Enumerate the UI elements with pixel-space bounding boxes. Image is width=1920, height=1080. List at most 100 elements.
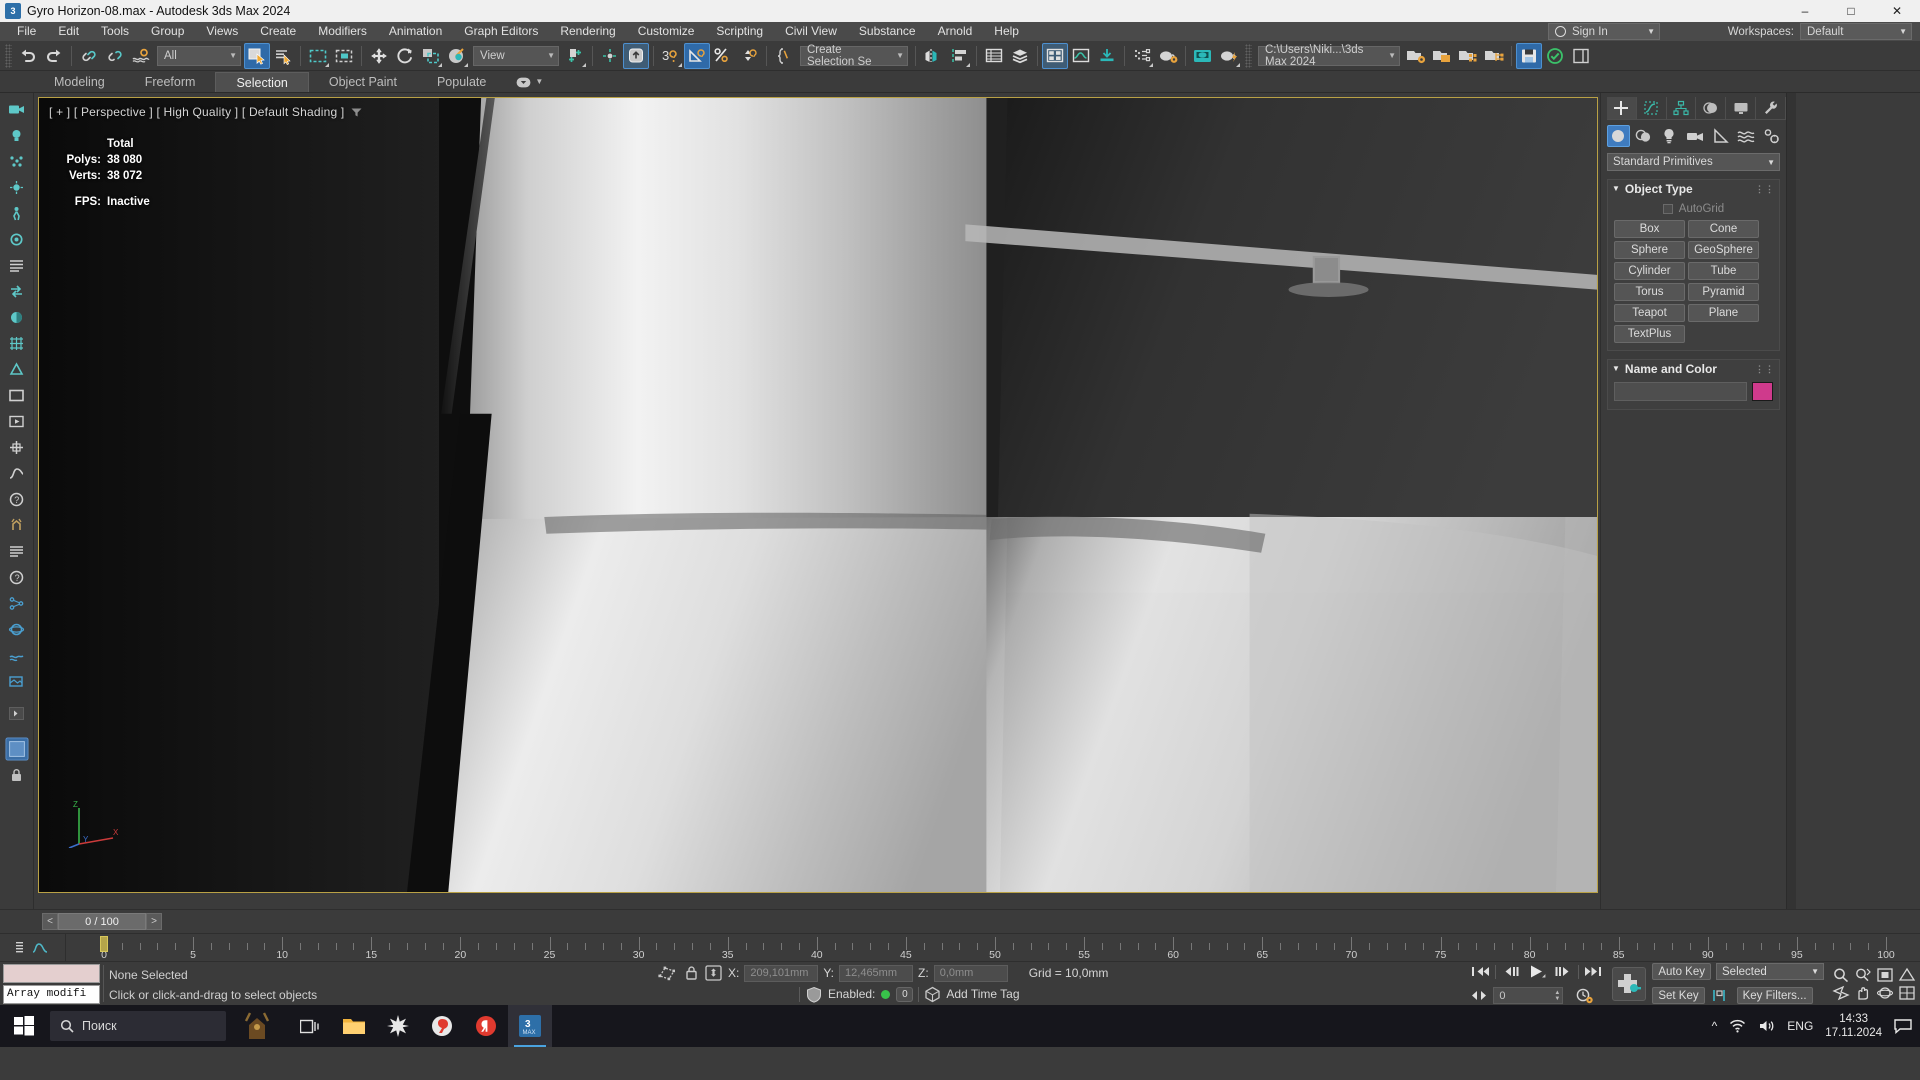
lights-category[interactable] [1658,125,1681,147]
ribbon-tab-modeling[interactable]: Modeling [34,72,125,92]
play-animation-button[interactable] [1526,963,1548,980]
ribbon-tab-freeform[interactable]: Freeform [125,72,216,92]
viewport-filter-icon[interactable] [351,108,362,117]
open-mini-curve-editor-icon[interactable] [15,941,27,955]
cameras-category[interactable] [1684,125,1707,147]
modify-tab[interactable] [1637,96,1667,119]
key-filters-button[interactable]: Key Filters... [1736,987,1813,1004]
helpers-category[interactable] [1709,125,1732,147]
language-indicator[interactable]: ENG [1787,1019,1813,1033]
curve-editor-icon[interactable] [1068,43,1094,69]
menu-item-animation[interactable]: Animation [378,22,453,41]
file-explorer-icon[interactable] [332,1005,376,1047]
sun-positioner-icon[interactable] [5,175,29,199]
absolute-relative-toggle-icon[interactable] [704,964,723,982]
menu-item-rendering[interactable]: Rendering [549,22,626,41]
object-color-swatch[interactable] [1752,382,1773,401]
adaptive-degradation-icon[interactable] [805,986,823,1003]
select-object-button[interactable] [244,42,270,69]
create-cone-button[interactable]: Cone [1688,220,1759,238]
viewport-layout-icon[interactable] [4,737,29,761]
light-lister-icon[interactable] [5,357,29,381]
playhead[interactable] [100,936,108,952]
select-and-place-icon[interactable] [444,43,470,69]
snaps-3d-icon[interactable]: 3 [658,43,684,69]
save-file-button[interactable] [1516,42,1542,69]
select-by-name-button[interactable] [270,43,296,69]
deer-app-icon[interactable] [226,1005,288,1047]
add-time-tag-label[interactable]: Add Time Tag [946,987,1019,1001]
ribbon-minimize-toggle[interactable]: ▼ [506,72,553,92]
yandex-icon[interactable] [464,1005,508,1047]
project-path-select[interactable]: C:\Users\Niki...\3ds Max 2024 ▼ [1258,44,1400,68]
close-button[interactable]: ✕ [1874,0,1920,22]
spline-tool-icon[interactable] [5,461,29,485]
autogrid-row[interactable]: AutoGrid [1614,200,1773,218]
grid-snap-icon[interactable] [5,331,29,355]
object-name-input[interactable] [1614,382,1747,401]
camera-icon[interactable] [5,97,29,121]
fluid-sim-icon[interactable] [5,643,29,667]
enabled-count-badge[interactable]: 0 [896,986,914,1002]
create-tube-button[interactable]: Tube [1688,262,1759,280]
maximize-viewport-icon[interactable] [1898,985,1916,1001]
motion-tab[interactable] [1696,96,1727,119]
volume-icon[interactable] [1758,1019,1775,1033]
scene-converter-icon[interactable] [5,279,29,303]
zoom-extents-icon[interactable] [1876,967,1894,983]
z-coord-field[interactable]: 0,0mm [933,964,1008,982]
select-and-link-icon[interactable] [76,43,102,69]
current-frame-field[interactable]: 0 [1493,987,1564,1004]
set-keys-button[interactable] [1612,966,1647,1001]
crosshair-icon[interactable] [5,435,29,459]
bind-to-space-warp-icon[interactable] [128,43,154,69]
zoom-icon[interactable] [1832,967,1850,983]
object-type-header[interactable]: ▼ Object Type ⋮⋮ [1608,180,1779,197]
hierarchy-tab[interactable] [1667,96,1697,119]
project-structure-icon[interactable] [1481,43,1507,69]
menu-item-civil-view[interactable]: Civil View [774,22,848,41]
selection-lock-region-icon[interactable] [657,964,679,982]
open-command-panel-icon[interactable] [1568,43,1594,69]
orbit-view-icon[interactable] [1876,985,1894,1001]
render-in-viewport-icon[interactable] [1216,43,1242,69]
ribbon-tab-populate[interactable]: Populate [417,72,506,92]
command-panel-scrollbar[interactable] [1786,93,1796,909]
particle-icon[interactable] [5,149,29,173]
hand-pan-icon[interactable] [1854,985,1872,1001]
drag-handle-icon[interactable]: ⋮⋮ [1755,364,1775,373]
redo-button[interactable] [41,43,67,69]
x-coord-field[interactable]: 209,101mm [744,964,819,982]
list-view-icon[interactable] [5,253,29,277]
time-tag-icon[interactable] [924,986,941,1003]
material-editor-button[interactable] [1042,42,1068,69]
named-selection-set-select[interactable]: Create Selection Se ▼ [800,44,908,68]
create-plane-button[interactable]: Plane [1688,304,1759,322]
prev-frame-button[interactable]: < [42,913,58,930]
layer-explorer-icon[interactable] [1007,43,1033,69]
selection-lock-toggle-icon[interactable] [684,964,699,982]
text-list-icon[interactable] [5,539,29,563]
select-and-scale-icon[interactable] [418,43,444,69]
start-button[interactable] [0,1005,48,1047]
show-hidden-icons-chevron[interactable]: ^ [1712,1019,1718,1033]
y-coord-field[interactable]: 12,465mm [839,964,914,982]
create-torus-button[interactable]: Torus [1614,283,1685,301]
menu-item-customize[interactable]: Customize [627,22,706,41]
utilities-tab[interactable] [1756,96,1786,119]
scene-explorer-icon[interactable] [981,43,1007,69]
autogrid-checkbox[interactable] [1662,204,1673,214]
photo-app-icon[interactable] [376,1005,420,1047]
notifications-icon[interactable] [1894,1018,1912,1034]
previous-frame-icon[interactable] [1501,964,1521,979]
yandex-browser-icon[interactable] [420,1005,464,1047]
next-frame-icon[interactable] [1553,964,1573,979]
create-tab[interactable] [1607,96,1637,119]
create-pyramid-button[interactable]: Pyramid [1688,283,1759,301]
taskbar-clock[interactable]: 14:33 17.11.2024 [1825,1012,1882,1040]
node-graph-icon[interactable] [5,591,29,615]
toolbar-grip[interactable] [5,43,12,68]
3ds-max-taskbar-icon[interactable]: 3 MAX [508,1005,552,1047]
ribbon-tab-object-paint[interactable]: Object Paint [309,72,417,92]
key-mode-select[interactable]: Selected ▼ [1716,963,1824,980]
